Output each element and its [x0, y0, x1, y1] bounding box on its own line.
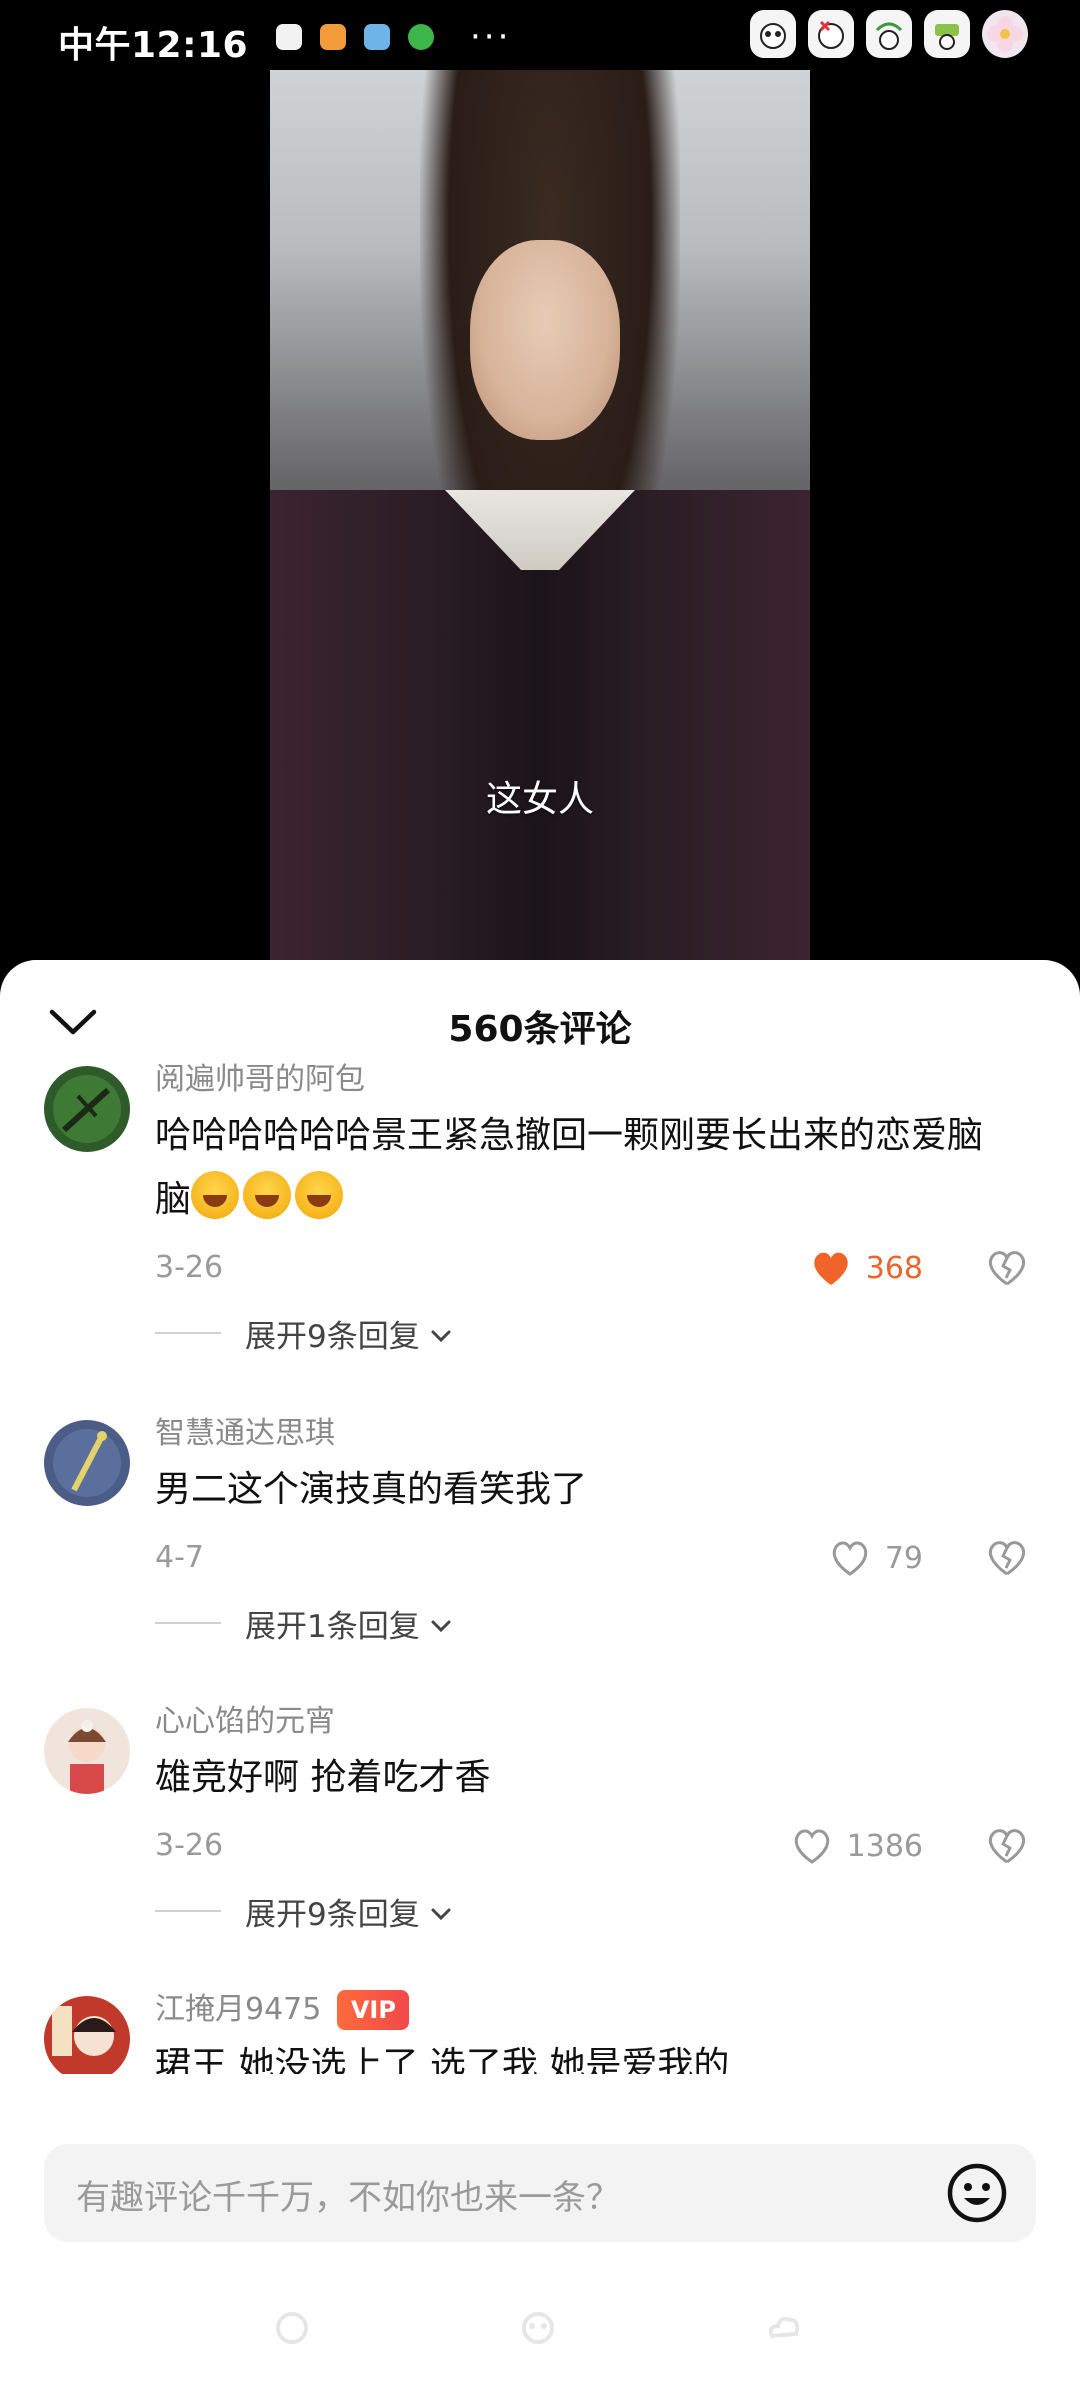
like-count: 368 [865, 1250, 923, 1286]
cloud-ghost-icon [764, 2308, 804, 2348]
comment-username[interactable]: 江掩月9475 VIP [155, 1990, 1035, 2030]
username-text: 江掩月9475 [155, 1992, 322, 2027]
status-app-icons: ··· [276, 17, 512, 57]
comment-username[interactable]: 心心馅的元宵 [155, 1702, 1035, 1742]
username-text: 心心馅的元宵 [155, 1704, 335, 1739]
bottom-nav-ghost [0, 2308, 1080, 2368]
laughing-tears-emoji [295, 1171, 344, 1219]
chevron-down-icon [430, 1315, 452, 1351]
sheet-header: 560条评论 [0, 960, 1080, 1060]
status-bar: 中午12:16 ··· [0, 0, 1080, 70]
like-button[interactable]: 79 [829, 1536, 923, 1580]
battery-panda-icon [924, 10, 970, 58]
expand-replies-label: 展开1条回复 [245, 1608, 420, 1645]
comment-text-tail: 脑 [155, 1179, 192, 1220]
broken-heart-icon[interactable] [985, 1536, 1029, 1580]
heart-filled-icon [813, 1252, 848, 1285]
username-text: 智慧通达思琪 [155, 1416, 335, 1451]
video-player[interactable]: 这女人 [270, 70, 810, 960]
comment-meta: 3-26 1386 [155, 1816, 1035, 1876]
expand-replies-label: 展开9条回复 [245, 1318, 420, 1355]
broken-heart-icon[interactable] [985, 1246, 1029, 1290]
laughing-tears-emoji [191, 1171, 240, 1219]
wechat-icon [408, 24, 434, 50]
broken-heart-icon[interactable] [985, 1824, 1029, 1868]
expand-divider [155, 1332, 221, 1334]
expand-replies-label: 展开9条回复 [245, 1896, 420, 1933]
hd-panda-icon [750, 10, 796, 58]
avatar[interactable] [44, 1996, 130, 2074]
expand-replies-button[interactable]: 展开9条回复 [155, 1308, 1035, 1358]
comment-body: 江掩月9475 VIP 珺王 她没选上了 选了我 她是爱我的 [155, 1990, 1035, 2074]
emoji-picker-icon[interactable] [946, 2162, 1008, 2224]
app-blue-icon [364, 24, 390, 50]
comment-date: 3-26 [155, 1828, 224, 1863]
wifi-panda-icon [866, 10, 912, 58]
like-count: 79 [884, 1540, 923, 1576]
comment-input-bar[interactable]: 有趣评论千千万，不如你也来一条？ [44, 2144, 1036, 2242]
comment-text: 哈哈哈哈哈哈景王紧急撤回一颗刚要长出来的恋爱脑 脑 [155, 1104, 1035, 1232]
comment-meta: 4-7 79 [155, 1528, 1035, 1588]
comment-username[interactable]: 阅遍帅哥的阿包 [155, 1060, 1035, 1100]
chevron-down-icon [430, 1605, 452, 1641]
no-signal-panda-icon [808, 10, 854, 58]
comment-text: 雄竞好啊 抢着吃才香 [155, 1757, 491, 1798]
comment-item: 智慧通达思琪 男二这个演技真的看笑我了 4-7 79 展开1条回复 [0, 1414, 1080, 1702]
like-button[interactable]: 1386 [791, 1824, 923, 1868]
comment-item: 江掩月9475 VIP 珺王 她没选上了 选了我 她是爱我的 [0, 1990, 1080, 2074]
app-orange-icon [320, 24, 346, 50]
comment-text: 男二这个演技真的看笑我了 [155, 1469, 588, 1510]
video-subtitle: 这女人 [485, 779, 594, 820]
comment-item: 阅遍帅哥的阿包 哈哈哈哈哈哈景王紧急撤回一颗刚要长出来的恋爱脑 脑 3-26 3… [0, 1060, 1080, 1414]
more-notifications-icon: ··· [470, 17, 512, 57]
comment-body: 智慧通达思琪 男二这个演技真的看笑我了 4-7 79 展开1条回复 [155, 1414, 1035, 1648]
username-text: 阅遍帅哥的阿包 [155, 1062, 365, 1097]
comment-date: 4-7 [155, 1540, 204, 1575]
like-button[interactable]: 368 [810, 1246, 923, 1290]
comment-item: 心心馅的元宵 雄竞好啊 抢着吃才香 3-26 1386 展开9条回复 [0, 1702, 1080, 1990]
flower-ghost-icon [272, 2308, 312, 2348]
status-time: 中午12:16 [58, 25, 249, 66]
comment-text-content: 哈哈哈哈哈哈景王紧急撤回一颗刚要长出来的恋爱脑 [155, 1115, 984, 1156]
heart-outline-icon [794, 1829, 829, 1864]
expand-replies-button[interactable]: 展开1条回复 [155, 1598, 1035, 1648]
expand-divider [155, 1622, 221, 1624]
chevron-down-icon [430, 1893, 452, 1929]
panda-leaf-icon [276, 24, 302, 50]
comment-text: 珺王 她没选上了 选了我 她是爱我的 [155, 2045, 730, 2074]
comment-list[interactable]: 阅遍帅哥的阿包 哈哈哈哈哈哈景王紧急撤回一颗刚要长出来的恋爱脑 脑 3-26 3… [0, 1060, 1080, 2074]
comment-meta: 3-26 368 [155, 1238, 1035, 1298]
expand-divider [155, 1910, 221, 1912]
avatar[interactable] [44, 1420, 130, 1506]
panda-ghost-icon [518, 2308, 558, 2348]
comment-username[interactable]: 智慧通达思琪 [155, 1414, 1035, 1454]
comment-body: 阅遍帅哥的阿包 哈哈哈哈哈哈景王紧急撤回一颗刚要长出来的恋爱脑 脑 3-26 3… [155, 1060, 1035, 1358]
comments-count-title: 560条评论 [448, 1009, 632, 1050]
vip-badge: VIP [337, 1990, 410, 2030]
comment-date: 3-26 [155, 1250, 224, 1285]
comment-input-placeholder[interactable]: 有趣评论千千万，不如你也来一条？ [76, 2170, 620, 2219]
heart-outline-icon [832, 1541, 868, 1576]
flower-icon [982, 10, 1028, 58]
avatar[interactable] [44, 1066, 130, 1152]
avatar[interactable] [44, 1708, 130, 1794]
status-system-icons [750, 10, 1028, 58]
video-frame-face [470, 240, 620, 440]
expand-replies-button[interactable]: 展开9条回复 [155, 1886, 1035, 1936]
laughing-tears-emoji [243, 1171, 292, 1219]
comments-sheet: 560条评论 阅遍帅哥的阿包 哈哈哈哈哈哈景王紧急撤回一颗刚要长出来的恋爱脑 脑… [0, 960, 1080, 2400]
like-count: 1386 [846, 1828, 923, 1864]
comment-body: 心心馅的元宵 雄竞好啊 抢着吃才香 3-26 1386 展开9条回复 [155, 1702, 1035, 1936]
